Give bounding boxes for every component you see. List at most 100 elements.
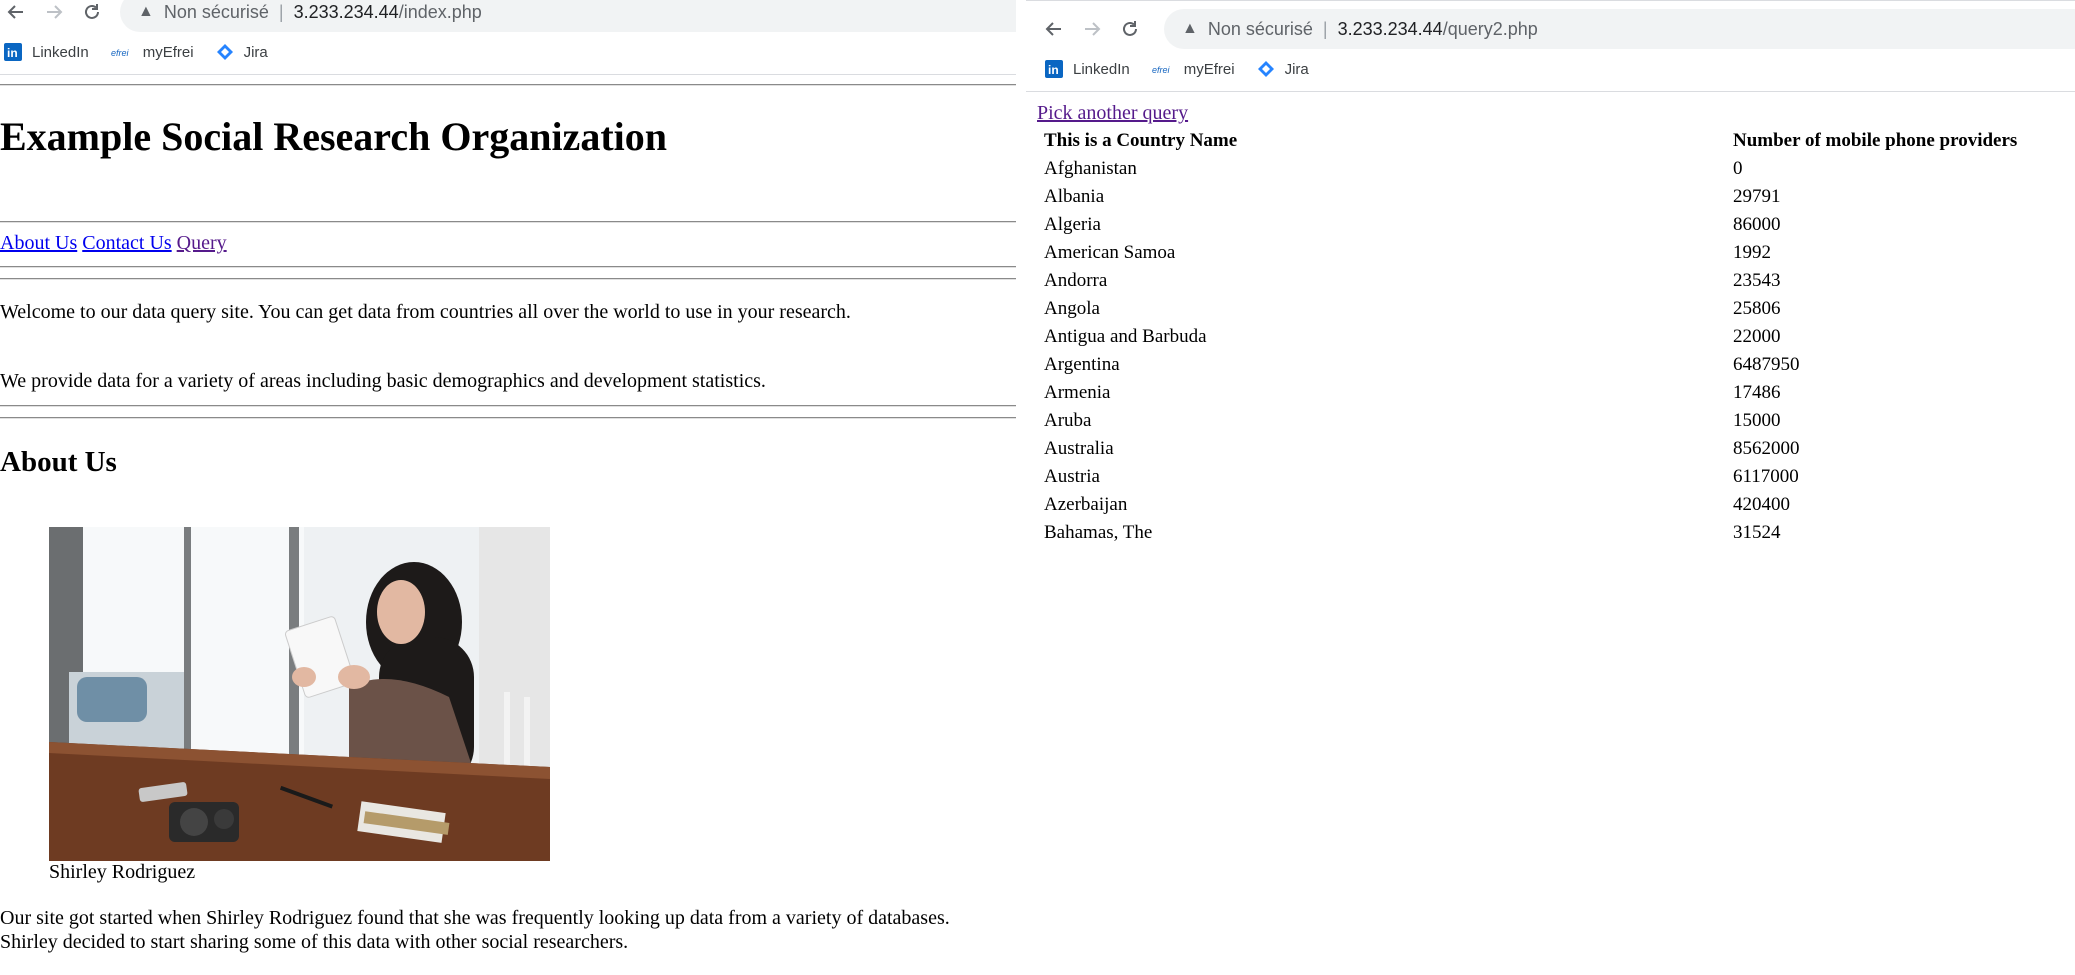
nav-links: About Us Contact Us Query <box>0 232 227 255</box>
table-row: Angola 25806 <box>1042 296 2019 322</box>
divider-line <box>0 221 1016 223</box>
url-field[interactable]: ▲ Non sécurisé | 3.233.234.44/index.php <box>120 0 1016 32</box>
country-cell: Albania <box>1044 186 1105 207</box>
providers-cell: 29791 <box>1733 186 1781 207</box>
bookmark-label: LinkedIn <box>32 43 89 61</box>
country-cell: Afghanistan <box>1044 158 1137 179</box>
back-arrow-icon <box>7 5 23 19</box>
linkedin-icon: in <box>4 43 22 61</box>
table-row: Argentina 6487950 <box>1042 352 2019 378</box>
country-cell: Angola <box>1044 298 1100 319</box>
bookmark-myefrei[interactable]: efrei myEfrei <box>111 44 194 61</box>
column-header-country: This is a Country Name <box>1044 130 1238 151</box>
efrei-icon: efrei <box>111 46 133 58</box>
forward-button[interactable] <box>1076 13 1108 45</box>
results-table: This is a Country Name Number of mobile … <box>1040 126 2021 548</box>
table-row: Albania 29791 <box>1042 184 2019 210</box>
providers-cell: 22000 <box>1733 326 1781 347</box>
table-row: Azerbaijan 420400 <box>1042 492 2019 518</box>
forward-arrow-icon <box>1085 22 1101 36</box>
bookmark-label: Jira <box>243 43 268 61</box>
table-row: Aruba 15000 <box>1042 408 2019 434</box>
bookmark-label: myEfrei <box>1183 60 1235 78</box>
bookmarks-divider <box>0 74 1016 75</box>
bookmark-myefrei[interactable]: efrei myEfrei <box>1152 61 1235 78</box>
about-heading: About Us <box>0 446 117 478</box>
pick-another-query-link[interactable]: Pick another query <box>1037 102 1188 124</box>
country-cell: Bahamas, The <box>1044 522 1153 543</box>
providers-cell: 31524 <box>1733 522 1781 543</box>
profile-photo <box>49 527 550 861</box>
url-host: 3.233.234.44 <box>1337 18 1443 39</box>
back-button[interactable] <box>0 0 32 28</box>
bookmark-label: myEfrei <box>142 43 194 61</box>
providers-cell: 17486 <box>1733 382 1781 403</box>
country-cell: Algeria <box>1044 214 1101 235</box>
svg-text:in: in <box>1048 63 1059 77</box>
window-gap <box>1016 0 1026 975</box>
table-row: Armenia 17486 <box>1042 380 2019 406</box>
providers-cell: 8562000 <box>1733 438 1800 459</box>
providers-cell: 6117000 <box>1733 466 1799 487</box>
back-button[interactable] <box>1038 13 1070 45</box>
story-line-1: Our site got started when Shirley Rodrig… <box>0 907 950 929</box>
url-separator: | <box>1322 18 1328 39</box>
bookmark-label: LinkedIn <box>1073 60 1130 78</box>
country-cell: Azerbaijan <box>1044 494 1128 515</box>
divider-line <box>0 266 1016 268</box>
providers-cell: 0 <box>1733 158 1743 179</box>
svg-text:efrei: efrei <box>1152 65 1171 75</box>
address-bar: ▲ Non sécurisé | 3.233.234.44/query2.php <box>1026 1 2075 57</box>
jira-icon <box>1257 60 1275 78</box>
provide-text: We provide data for a variety of areas i… <box>0 370 766 392</box>
reload-button[interactable] <box>76 0 108 28</box>
url-host: 3.233.234.44 <box>293 1 399 22</box>
warning-icon: ▲ <box>138 3 154 20</box>
bookmark-label: Jira <box>1284 60 1309 78</box>
reload-icon <box>85 4 99 19</box>
table-row: Antigua and Barbuda 22000 <box>1042 324 2019 350</box>
nav-query-link[interactable]: Query <box>177 232 227 254</box>
svg-text:efrei: efrei <box>111 48 130 58</box>
svg-text:in: in <box>7 46 18 60</box>
reload-icon <box>1123 21 1137 36</box>
url-path: /query2.php <box>1442 18 1538 39</box>
url-field[interactable]: ▲ Non sécurisé | 3.233.234.44/query2.php <box>1164 9 2075 49</box>
address-bar: ▲ Non sécurisé | 3.233.234.44/index.php <box>0 0 1016 40</box>
table-row: Bahamas, The 31524 <box>1042 520 2019 546</box>
nav-about-us-link[interactable]: About Us <box>0 232 77 254</box>
providers-cell: 86000 <box>1733 214 1781 235</box>
bookmarks-divider <box>1026 91 2075 92</box>
divider-line <box>0 405 1016 407</box>
table-row: Afghanistan 0 <box>1042 156 2019 182</box>
photo-caption: Shirley Rodriguez <box>49 861 196 883</box>
forward-button[interactable] <box>38 0 70 28</box>
table-row: American Samoa 1992 <box>1042 240 2019 266</box>
page-title: Example Social Research Organization <box>0 114 667 159</box>
table-row: Australia 8562000 <box>1042 436 2019 462</box>
bookmark-jira[interactable]: Jira <box>216 43 268 61</box>
reload-button[interactable] <box>1114 13 1146 45</box>
bookmarks-bar: in LinkedIn efrei myEfrei Jira <box>0 35 1016 69</box>
forward-arrow-icon <box>47 5 63 19</box>
divider-line <box>0 417 1016 419</box>
efrei-icon: efrei <box>1152 63 1174 75</box>
security-label: Non sécurisé <box>1207 18 1313 39</box>
table-row: Andorra 23543 <box>1042 268 2019 294</box>
nav-contact-us-link[interactable]: Contact Us <box>82 232 171 254</box>
table-row: Algeria 86000 <box>1042 212 2019 238</box>
warning-icon: ▲ <box>1182 20 1198 37</box>
back-link-container: Pick another query <box>1037 102 1188 125</box>
url-separator: | <box>278 1 284 22</box>
bookmark-linkedin[interactable]: in LinkedIn <box>4 43 89 61</box>
bookmarks-bar: in LinkedIn efrei myEfrei Jira <box>1026 52 2075 86</box>
browser-window-left: ▲ Non sécurisé | 3.233.234.44/index.php … <box>0 0 1016 975</box>
bookmark-linkedin[interactable]: in LinkedIn <box>1045 60 1130 78</box>
country-cell: Armenia <box>1044 382 1111 403</box>
providers-cell: 25806 <box>1733 298 1781 319</box>
bookmark-jira[interactable]: Jira <box>1257 60 1309 78</box>
providers-cell: 23543 <box>1733 270 1781 291</box>
jira-icon <box>216 43 234 61</box>
providers-cell: 1992 <box>1733 242 1771 263</box>
providers-cell: 420400 <box>1733 494 1790 515</box>
